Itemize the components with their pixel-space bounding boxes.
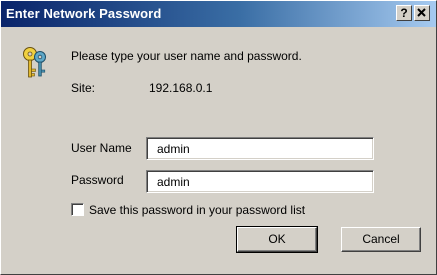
username-field[interactable]	[146, 137, 374, 160]
password-label: Password	[71, 173, 124, 187]
site-value: 192.168.0.1	[149, 81, 213, 95]
close-button[interactable]	[414, 5, 430, 21]
username-label: User Name	[71, 141, 132, 155]
keys-icon	[23, 47, 46, 78]
password-field[interactable]	[146, 170, 374, 193]
ok-button[interactable]: OK	[236, 226, 318, 253]
close-icon	[417, 8, 426, 17]
site-label: Site:	[71, 81, 96, 95]
network-password-dialog: Enter Network Password ? Please type you…	[0, 0, 437, 275]
instruction-text: Please type your user name and password.	[71, 49, 302, 63]
cancel-button[interactable]: Cancel	[341, 227, 421, 252]
title-bar[interactable]: Enter Network Password ?	[1, 1, 436, 27]
dialog-title: Enter Network Password	[6, 6, 162, 21]
save-password-label[interactable]: Save this password in your password list	[89, 203, 305, 217]
help-button[interactable]: ?	[396, 5, 412, 21]
save-password-checkbox[interactable]	[71, 203, 84, 216]
